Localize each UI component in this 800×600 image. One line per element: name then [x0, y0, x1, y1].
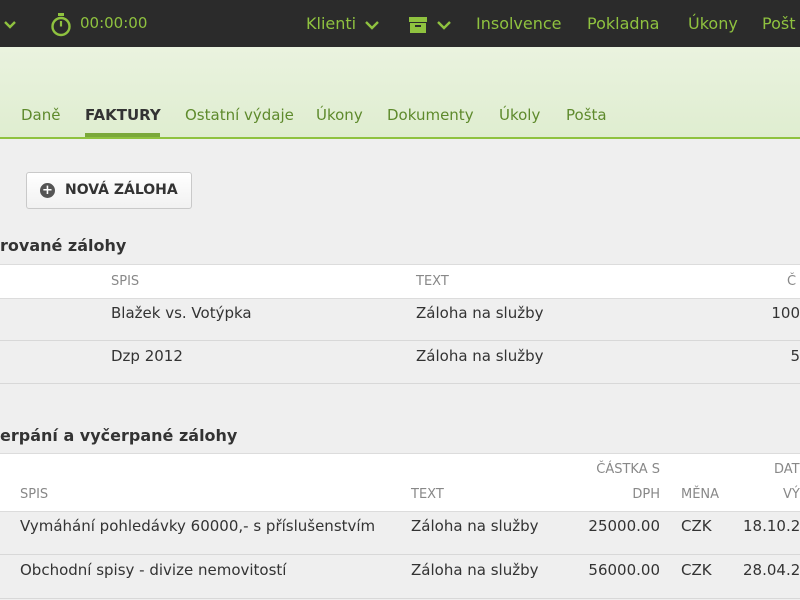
- stopwatch-icon[interactable]: [50, 0, 72, 47]
- section-title-deposits: rované zálohy: [0, 236, 127, 255]
- menu-insolvence[interactable]: Insolvence: [476, 0, 562, 47]
- table-row[interactable]: Vymáhání pohledávky 60000,- s příslušens…: [0, 511, 800, 555]
- cell-text: Záloha na služby: [411, 517, 539, 535]
- cell-datum: 18.10.20: [743, 517, 800, 535]
- section-title-drawn-deposits: erpání a vyčerpané zálohy: [0, 426, 238, 445]
- menu-posta[interactable]: Pošt: [762, 0, 795, 47]
- chevron-down-icon: [365, 20, 380, 30]
- column-header-text[interactable]: TEXT: [411, 487, 444, 502]
- page-header-band: [0, 47, 800, 139]
- tab-ostatni-vydaje[interactable]: Ostatní výdaje: [185, 106, 294, 124]
- cell-spis[interactable]: Blažek vs. Votýpka: [111, 304, 252, 322]
- menu-archive[interactable]: [408, 0, 451, 47]
- menu-pokladna[interactable]: Pokladna: [587, 0, 659, 47]
- cell-datum: 28.04.20: [743, 561, 800, 579]
- column-header-mena[interactable]: MĚNA: [681, 487, 719, 502]
- chevron-down-icon: [437, 20, 451, 30]
- cell-castka: 100: [771, 304, 800, 322]
- active-tab-indicator: [85, 133, 160, 137]
- menu-ukony[interactable]: Úkony: [688, 0, 738, 47]
- timer-value: 00:00:00: [80, 14, 148, 32]
- tab-ukoly[interactable]: Úkoly: [499, 106, 540, 124]
- column-header-castka[interactable]: Č: [787, 274, 796, 289]
- cell-spis[interactable]: Dzp 2012: [111, 347, 183, 365]
- plus-circle-icon: +: [40, 183, 55, 198]
- column-header-spis[interactable]: SPIS: [20, 487, 48, 502]
- tab-posta[interactable]: Pošta: [566, 106, 607, 124]
- chevron-down-icon[interactable]: [4, 0, 16, 47]
- cell-castka: 25000.00: [588, 517, 660, 535]
- cell-mena: CZK: [681, 517, 712, 535]
- tab-ukony[interactable]: Úkony: [316, 106, 363, 124]
- cell-spis[interactable]: Obchodní spisy - divize nemovitostí: [20, 561, 286, 579]
- column-header-spis[interactable]: SPIS: [111, 274, 139, 289]
- archive-box-icon: [409, 16, 427, 33]
- new-deposit-button[interactable]: + NOVÁ ZÁLOHA: [26, 172, 192, 209]
- tab-faktury[interactable]: FAKTURY: [85, 106, 161, 124]
- tab-dane[interactable]: Daně: [21, 106, 60, 124]
- column-header-datum-line2[interactable]: VÝ: [783, 487, 800, 502]
- column-header-datum-line1[interactable]: DAT: [774, 462, 800, 477]
- cell-mena: CZK: [681, 561, 712, 579]
- table-header: SPIS TEXT ČÁSTKA S DPH MĚNA DAT VÝ: [0, 453, 800, 512]
- cell-text: Záloha na služby: [416, 304, 544, 322]
- table-row[interactable]: Dzp 2012 Záloha na služby 5: [0, 341, 800, 384]
- cell-castka: 5: [790, 347, 800, 365]
- table-row[interactable]: Obchodní spisy - divize nemovitostí Zálo…: [0, 555, 800, 599]
- new-deposit-label: NOVÁ ZÁLOHA: [65, 182, 178, 198]
- table-header: SPIS TEXT Č: [0, 264, 800, 299]
- column-header-castka-line1[interactable]: ČÁSTKA S: [560, 462, 660, 477]
- cell-castka: 56000.00: [588, 561, 660, 579]
- tab-dokumenty[interactable]: Dokumenty: [387, 106, 474, 124]
- cell-spis[interactable]: Vymáhání pohledávky 60000,- s příslušens…: [20, 517, 375, 535]
- column-header-text[interactable]: TEXT: [416, 274, 449, 289]
- table-row[interactable]: Blažek vs. Votýpka Záloha na služby 100: [0, 298, 800, 341]
- top-navigation-bar: 00:00:00 Klienti Insolvence Pokladna Úko…: [0, 0, 800, 47]
- menu-klienti[interactable]: Klienti: [306, 0, 380, 47]
- cell-text: Záloha na služby: [411, 561, 539, 579]
- menu-klienti-label: Klienti: [306, 14, 357, 33]
- column-header-castka-line2[interactable]: DPH: [560, 487, 660, 502]
- cell-text: Záloha na služby: [416, 347, 544, 365]
